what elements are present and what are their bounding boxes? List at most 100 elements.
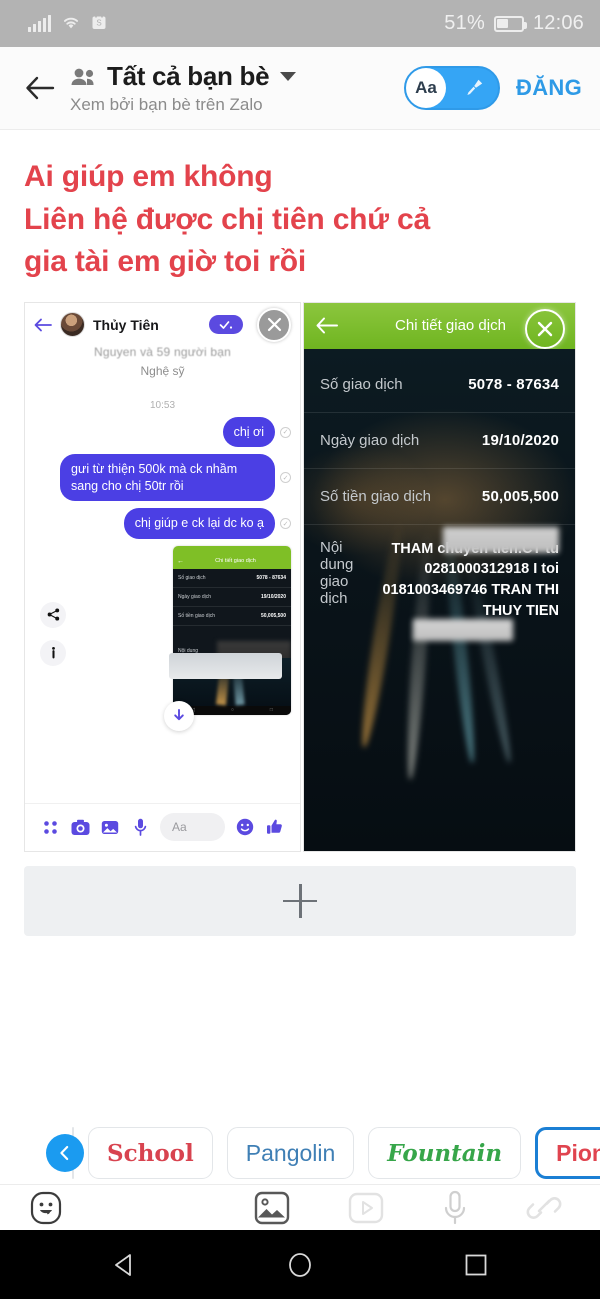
chat-message-list: chị ơi ✓ gưi từ thiện 500k mà ck nhầm sa… — [25, 411, 300, 731]
thumbnail-row: Ngày giao dịch 19/10/2020 — [173, 588, 291, 607]
attachment-actions — [40, 601, 66, 666]
thumbnail-title: Chi tiết giao dịch — [215, 558, 256, 565]
plus-icon — [283, 883, 317, 918]
transaction-body: Số giao dịch 5078 - 87634 Ngày giao dịch… — [304, 348, 575, 851]
thumbnail-row: Số giao dịch 5078 - 87634 — [173, 569, 291, 588]
battery-percent-label: 51% — [444, 12, 485, 34]
thumbnail-body: Số giao dịch 5078 - 87634 Ngày giao dịch… — [173, 568, 291, 715]
post-button[interactable]: ĐĂNG — [516, 75, 582, 101]
audience-subtitle: Xem bởi bạn bè trên Zalo — [70, 95, 263, 114]
photo-icon[interactable] — [254, 1191, 290, 1225]
android-home-icon[interactable] — [286, 1251, 314, 1279]
bottom-toolbar-icons — [254, 1190, 562, 1226]
back-arrow-icon — [316, 317, 338, 334]
chat-profile-summary: Nguyen và 59 người bạn Nghệ sỹ — [25, 345, 300, 378]
thumbnail-row-key: Số tiền giao dịch — [178, 612, 215, 619]
attachment-transaction-screenshot[interactable]: Chi tiết giao dịch Số giao dịch 5078 - 8… — [303, 301, 576, 852]
check-badge-icon — [209, 315, 243, 335]
clock-label: 12:06 — [532, 12, 584, 34]
info-icon — [40, 639, 66, 666]
download-icon — [164, 700, 194, 731]
android-nav-bar — [0, 1230, 600, 1299]
sent-check-icon: ✓ — [280, 426, 291, 438]
app-header: Tất cả bạn bè Xem bởi bạn bè trên Zalo A… — [0, 47, 600, 130]
font-chip-school[interactable]: School — [88, 1127, 213, 1179]
signal-bars-icon — [28, 15, 51, 32]
video-icon[interactable] — [348, 1191, 384, 1225]
microphone-icon — [125, 818, 155, 837]
thumbnail-row-key: Ngày giao dịch — [178, 593, 212, 600]
composer-bottom-toolbar — [0, 1184, 600, 1230]
font-chip-pioneer[interactable]: Pioneer — [535, 1127, 600, 1179]
text-brush-toggle[interactable]: Aa — [404, 66, 501, 110]
add-media-button[interactable] — [24, 865, 576, 936]
android-back-icon[interactable] — [110, 1251, 138, 1279]
thumbnail-row-value: 50,005,500 — [260, 612, 286, 619]
battery-icon — [493, 15, 527, 32]
phone-screen: S 51% 12:06 Tất cả bạn bè Xem bởi bạn bè… — [0, 0, 600, 1299]
thumbnail-row-value: 5078 - 87634 — [256, 574, 286, 581]
thumbs-up-icon — [260, 818, 290, 836]
chevron-left-icon[interactable] — [46, 1134, 84, 1172]
transaction-row: Số tiền giao dịch 50,005,500 — [304, 469, 575, 525]
apps-grid-icon — [35, 819, 65, 836]
wifi-icon — [60, 13, 82, 35]
transaction-row-value: 5078 - 87634 — [468, 375, 559, 393]
sent-check-icon: ✓ — [280, 472, 291, 484]
people-icon — [70, 67, 98, 87]
redaction-blur — [413, 618, 513, 641]
headline-line-3: gia tài em giờ toi rồi — [24, 245, 306, 279]
header-audience-selector[interactable]: Tất cả bạn bè Xem bởi bạn bè trên Zalo — [70, 61, 404, 115]
back-arrow-icon: ← — [177, 557, 184, 565]
microphone-icon[interactable] — [442, 1190, 468, 1226]
toggle-text-label: Aa — [406, 68, 447, 108]
link-icon[interactable] — [526, 1192, 562, 1224]
headline-text[interactable]: Ai giúp em không Liên hệ được chị tiên c… — [24, 130, 576, 294]
chat-message-input: Aa — [160, 813, 225, 842]
transaction-row-key: Ngày giao dịch — [320, 431, 420, 449]
partial-image-attachment — [169, 652, 282, 679]
thumbnail-statusbar — [173, 545, 291, 554]
transaction-row-key: Số giao dịch — [320, 375, 403, 393]
sent-check-icon: ✓ — [280, 518, 291, 530]
headline-line-2: Liên hệ được chị tiên chứ cả — [24, 202, 430, 236]
svg-text:S: S — [96, 19, 101, 28]
attachment-gallery: Thủy Tiên Nguyen và 59 người bạn Nghệ sỹ… — [24, 301, 576, 852]
thumbnail-row: Số tiền giao dịch 50,005,500 — [173, 607, 291, 626]
share-icon — [40, 601, 66, 628]
transaction-row: Số giao dịch 5078 - 87634 — [304, 357, 575, 413]
back-arrow-icon — [34, 318, 52, 332]
camera-icon — [65, 819, 95, 836]
shopping-bag-icon: S — [91, 12, 107, 35]
chat-message-row: chị giúp e ck lại dc ko ạ ✓ — [34, 508, 291, 539]
close-icon — [525, 308, 565, 349]
chat-timestamp: 10:53 — [149, 399, 176, 411]
paintbrush-icon — [463, 77, 485, 99]
headline-line-1: Ai giúp em không — [24, 160, 273, 193]
android-recents-icon[interactable] — [462, 1251, 490, 1279]
profile-category-line: Nghệ sỹ — [140, 363, 185, 378]
font-chip-fountain[interactable]: Fountain — [368, 1127, 522, 1179]
composer-body: Ai giúp em không Liên hệ được chị tiên c… — [0, 130, 600, 852]
emoji-icon — [230, 818, 260, 836]
chat-header: Thủy Tiên — [25, 302, 300, 347]
transaction-row: Ngày giao dịch 19/10/2020 — [304, 413, 575, 469]
attachment-chat-screenshot[interactable]: Thủy Tiên Nguyen và 59 người bạn Nghệ sỹ… — [24, 301, 301, 852]
chevron-down-icon[interactable] — [280, 72, 297, 81]
redaction-blur — [443, 526, 559, 553]
audience-label: Tất cả bạn bè — [107, 61, 270, 91]
transaction-note-key: Nội dung giao dịch — [320, 538, 354, 607]
transaction-row-value: 50,005,500 — [481, 487, 559, 505]
font-chip-pangolin[interactable]: Pangolin — [226, 1127, 355, 1179]
back-arrow-icon[interactable] — [18, 66, 62, 110]
avatar — [60, 312, 85, 338]
transaction-header: Chi tiết giao dịch — [304, 302, 575, 349]
chat-image-attachment-row: ← Chi tiết giao dịch Số giao dịch 5078 -… — [34, 545, 291, 731]
font-style-chip-row: / School Pangolin Fountain Pioneer — [0, 1122, 600, 1184]
status-bar-right-icons: 51% 12:06 — [444, 12, 584, 35]
chat-message-row: gưi từ thiện 500k mà ck nhầm sang cho ch… — [34, 454, 291, 502]
thumbnail-row-key: Số giao dịch — [178, 574, 206, 581]
thumbnail-header: ← Chi tiết giao dịch — [173, 553, 291, 569]
chat-bubble: chị giúp e ck lại dc ko ạ — [123, 508, 275, 539]
sticker-icon[interactable] — [30, 1191, 62, 1225]
